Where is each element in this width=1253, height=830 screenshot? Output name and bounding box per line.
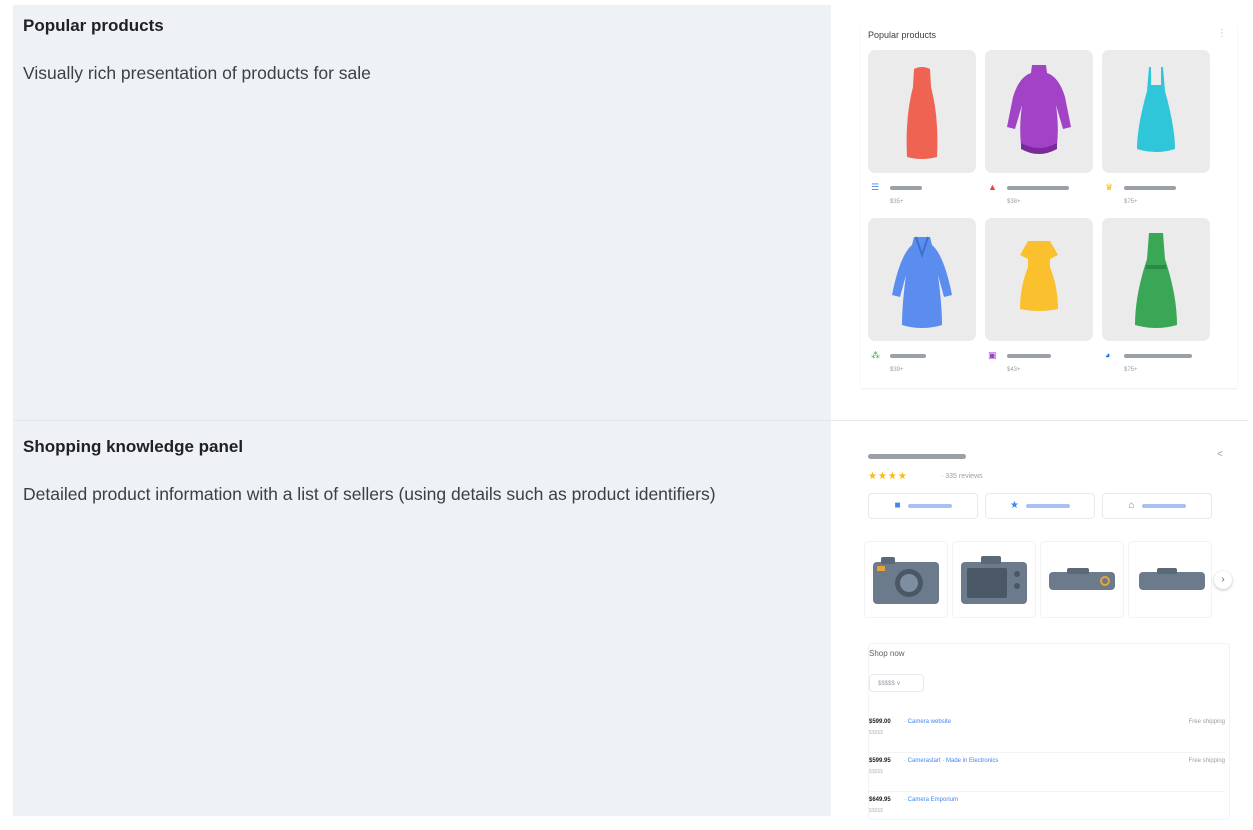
seller-list: $599.00 · Camera website Free shipping $…	[869, 714, 1225, 830]
section-description: Detailed product information with a list…	[23, 484, 716, 504]
seller-name-link[interactable]: · Camera website	[904, 719, 951, 725]
knowledge-panel: < ★★★★ · 335 reviews ■ ★ ⌂ › Shop now $$…	[861, 421, 1237, 820]
product-price: $75+	[1124, 367, 1138, 373]
product-price: $75+	[1124, 199, 1138, 205]
product-meta: ☰ $35+	[868, 181, 978, 211]
camera-front-icon	[873, 556, 939, 604]
button-label-placeholder	[1141, 504, 1186, 508]
long-sleeve-dress-icon	[1007, 64, 1071, 154]
camera-side-image[interactable]	[1128, 541, 1212, 618]
crown-logo-icon: ♛	[1105, 182, 1114, 192]
product-name-placeholder	[1124, 354, 1192, 358]
product-image-carousel: ›	[864, 541, 1232, 626]
popular-products-preview: Popular products ⋮ ☰ $35+ ▲ $38+ ♛ $75+ …	[831, 5, 1248, 420]
product-item[interactable]: ▲ $38+	[985, 50, 1095, 215]
popular-products-row: Popular products Visually rich presentat…	[13, 5, 1248, 420]
shopping-knowledge-panel-row: Shopping knowledge panel Detailed produc…	[13, 421, 1248, 820]
product-title-placeholder	[868, 454, 966, 459]
circle-logo-icon: ◕	[1105, 350, 1111, 360]
product-price: $43+	[1007, 367, 1021, 373]
popular-products-description-panel: Popular products Visually rich presentat…	[13, 5, 831, 420]
seller-row[interactable]: $599.95 · Camerastart · Made in Electron…	[869, 752, 1225, 791]
filter-dropdown[interactable]: $$$$$ ∨	[869, 674, 924, 692]
dress-image[interactable]	[985, 50, 1093, 173]
seller-price: $599.00	[869, 719, 891, 725]
share-icon[interactable]: <	[1217, 449, 1223, 460]
product-meta: ♛ $75+	[1102, 181, 1212, 211]
belted-dress-icon	[1135, 232, 1177, 328]
short-dress-icon	[1020, 240, 1058, 311]
dress-image[interactable]	[1102, 50, 1210, 173]
square-logo-icon: ▣	[988, 350, 997, 360]
shop-button[interactable]: ⌂	[1102, 493, 1212, 519]
action-buttons: ■ ★ ⌂	[868, 493, 1220, 519]
shipping-info: Free shipping	[1188, 758, 1225, 764]
reviews-button[interactable]: ★	[985, 493, 1095, 519]
dress-icon	[906, 66, 938, 159]
knowledge-panel-description-panel: Shopping knowledge panel Detailed produc…	[13, 421, 831, 816]
shop-now-title: Shop now	[869, 649, 905, 658]
popular-products-card: Popular products ⋮ ☰ $35+ ▲ $38+ ♛ $75+ …	[861, 23, 1237, 388]
camera-top-image[interactable]	[1040, 541, 1124, 618]
dress-image[interactable]	[868, 50, 976, 173]
camera-top-icon	[1049, 567, 1115, 590]
shop-now-section: Shop now $$$$$ ∨ $599.00 · Camera websit…	[868, 643, 1230, 820]
seller-name-link[interactable]: · Camerastart · Made in Electronics	[904, 758, 998, 764]
product-item[interactable]: ⁂ $39+	[868, 218, 978, 383]
store-button[interactable]: ■	[868, 493, 978, 519]
product-name-placeholder	[1124, 186, 1176, 190]
product-price: $35+	[890, 199, 904, 205]
squares-logo-icon: ⁂	[871, 350, 880, 360]
seller-row[interactable]: $599.00 · Camera website Free shipping $…	[869, 714, 1225, 752]
product-item[interactable]: ☰ $35+	[868, 50, 978, 215]
section-description: Visually rich presentation of products f…	[23, 63, 371, 83]
shop-icon: ⌂	[1128, 500, 1135, 511]
product-meta: ⁂ $39+	[868, 349, 978, 379]
more-vert-icon[interactable]: ⋮	[1217, 28, 1227, 39]
seller-subtext: $$$$$	[869, 730, 883, 736]
seller-row[interactable]: $649.95 · Camera Emporium $$$$$	[869, 791, 1225, 830]
product-item[interactable]: ◕ $75+	[1102, 218, 1212, 383]
seller-price: $649.95	[869, 797, 891, 803]
product-name-placeholder	[890, 354, 926, 358]
product-price: $39+	[890, 367, 904, 373]
button-label-placeholder	[907, 504, 952, 508]
sleeveless-dress-icon	[1137, 66, 1175, 152]
shipping-info: Free shipping	[1188, 719, 1225, 725]
coat-dress-icon	[892, 236, 952, 328]
camera-back-image[interactable]	[952, 541, 1036, 618]
seller-subtext: $$$$$	[869, 769, 883, 775]
popular-products-header: Popular products	[868, 30, 937, 40]
product-price: $38+	[1007, 199, 1021, 205]
product-name-placeholder	[1007, 186, 1069, 190]
product-item[interactable]: ♛ $75+	[1102, 50, 1212, 215]
dress-image[interactable]	[985, 218, 1093, 341]
camera-side-icon	[1139, 567, 1205, 590]
product-name-placeholder	[1007, 354, 1051, 358]
triangle-logo-icon: ▲	[988, 182, 997, 192]
star-icon: ★	[1010, 500, 1019, 511]
section-title: Shopping knowledge panel	[23, 437, 244, 456]
product-name-placeholder	[890, 186, 922, 190]
knowledge-panel-preview: < ★★★★ · 335 reviews ■ ★ ⌂ › Shop now $$…	[831, 421, 1248, 820]
seller-name-link[interactable]: · Camera Emporium	[904, 797, 958, 803]
camera-front-image[interactable]	[864, 541, 948, 618]
stacked-bars-logo-icon: ☰	[871, 182, 880, 192]
product-meta: ▣ $43+	[985, 349, 1095, 379]
chevron-right-icon[interactable]: ›	[1214, 571, 1232, 589]
section-title: Popular products	[23, 16, 164, 35]
product-meta: ▲ $38+	[985, 181, 1095, 211]
review-count[interactable]: · 335 reviews	[941, 473, 983, 480]
dress-image[interactable]	[868, 218, 976, 341]
seller-subtext: $$$$$	[869, 808, 883, 814]
button-label-placeholder	[1025, 504, 1070, 508]
seller-price: $599.95	[869, 758, 891, 764]
dress-image[interactable]	[1102, 218, 1210, 341]
camera-back-icon	[961, 555, 1027, 604]
store-icon: ■	[894, 500, 901, 511]
product-meta: ◕ $75+	[1102, 349, 1212, 379]
product-item[interactable]: ▣ $43+	[985, 218, 1095, 383]
rating-stars: ★★★★	[868, 471, 908, 482]
